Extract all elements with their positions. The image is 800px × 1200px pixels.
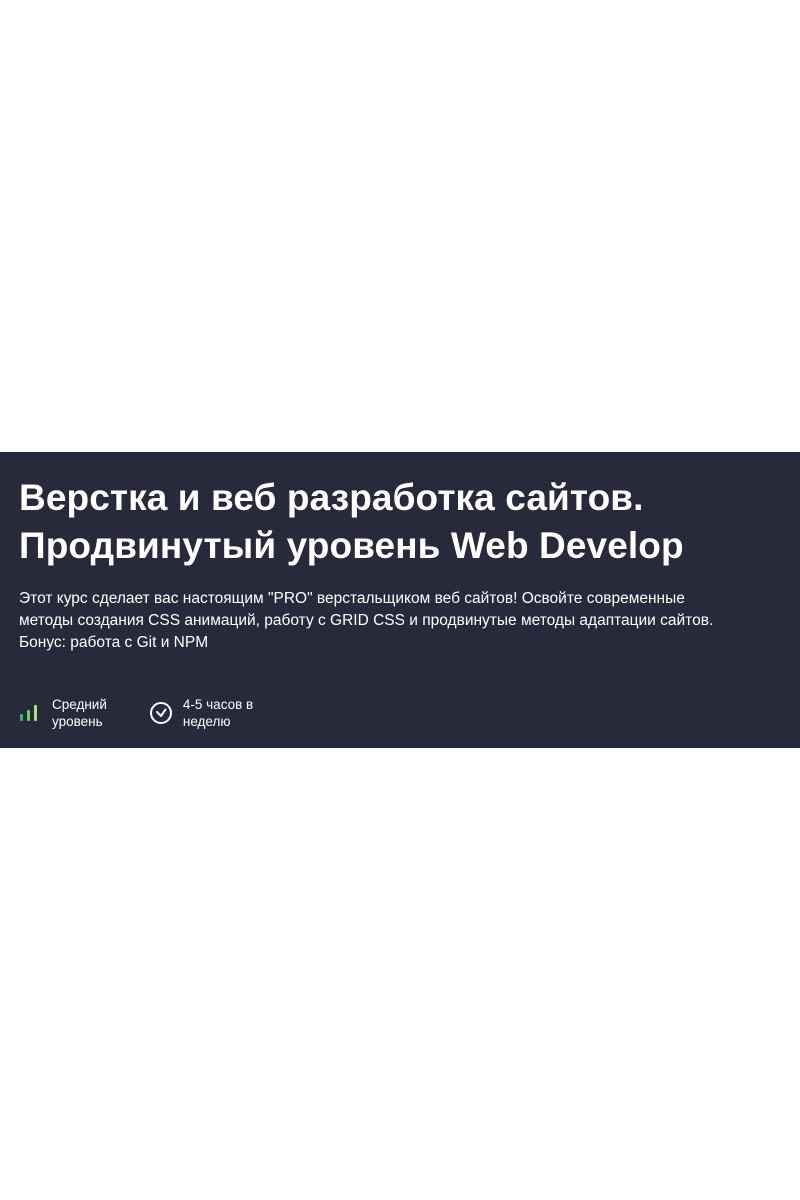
course-description-line-2: методы создания CSS анимаций, работу с G… — [19, 612, 714, 629]
time-label-line-2: неделю — [182, 714, 231, 729]
course-description: Этот курс сделает вас настоящим "PRO" ве… — [19, 588, 800, 654]
time-info: 4-5 часов в неделю — [149, 696, 253, 730]
time-label: 4-5 часов в неделю — [183, 696, 253, 730]
level-info: Средний уровень — [19, 696, 107, 730]
course-description-line-1: Этот курс сделает вас настоящим "PRO" ве… — [19, 590, 685, 607]
signal-bars-icon — [20, 705, 37, 721]
level-label-line-2: уровень — [52, 714, 103, 729]
time-label-line-1: 4-5 часов в — [182, 697, 254, 712]
level-label: Средний уровень — [52, 696, 107, 730]
course-title-line-1: Верстка и веб разработка сайтов. — [19, 477, 644, 518]
course-description-line-3: Бонус: работа с Git и NPM — [19, 634, 209, 651]
level-label-line-1: Средний — [52, 697, 107, 712]
course-title-line-2: Продвинутый уровень Web Develop — [19, 525, 684, 566]
clock-icon — [149, 702, 172, 724]
course-banner: Верстка и веб разработка сайтов. Продвин… — [0, 452, 800, 748]
course-title: Верстка и веб разработка сайтов. Продвин… — [19, 474, 800, 570]
course-meta: Средний уровень 4-5 часов в неделю — [19, 696, 253, 730]
